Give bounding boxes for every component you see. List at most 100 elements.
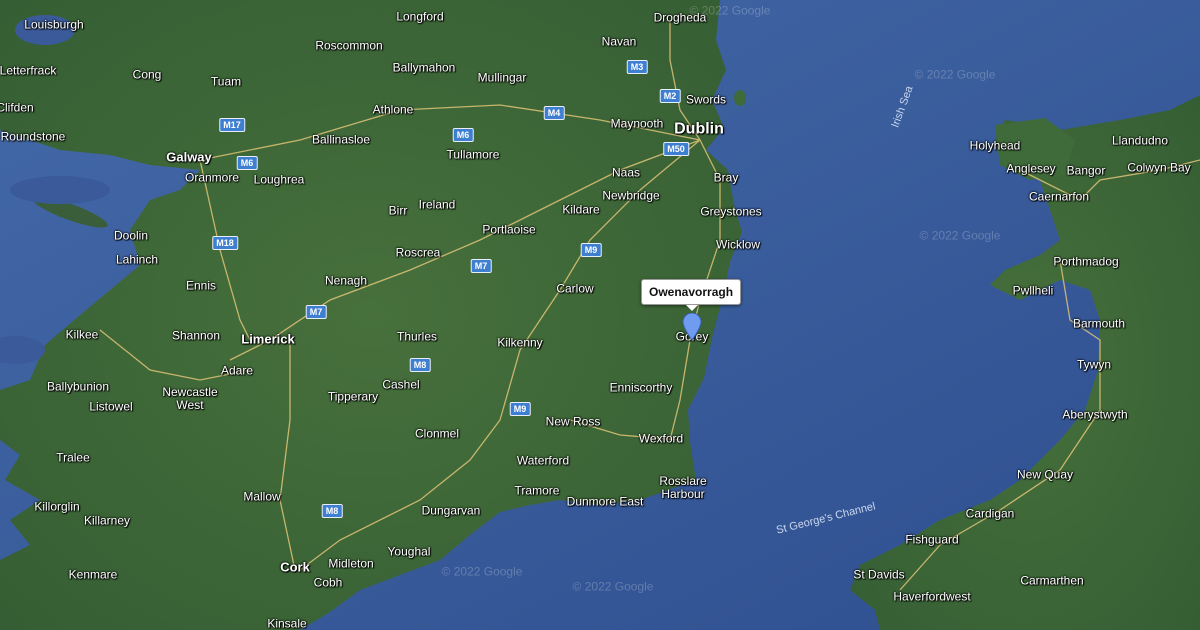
place-ballybunion: Ballybunion <box>46 379 110 394</box>
place-louisburgh: Louisburgh <box>24 17 84 32</box>
watermark: © 2022 Google <box>689 3 771 18</box>
road-shield-m7: M7 <box>470 259 492 273</box>
place-cobh: Cobh <box>313 575 343 590</box>
place-wexford: Wexford <box>638 431 684 446</box>
place-listowel: Listowel <box>89 399 133 414</box>
road-shield-m18: M18 <box>212 236 238 250</box>
place-cork: Cork <box>280 559 310 575</box>
place-cong: Cong <box>132 67 162 82</box>
place-aberystwyth: Aberystwyth <box>1062 407 1128 422</box>
place-shannon: Shannon <box>171 328 221 343</box>
road-shield-m17: M17 <box>219 118 245 132</box>
place-roscommon: Roscommon <box>315 38 383 53</box>
place-dungarvan: Dungarvan <box>421 503 481 518</box>
place-mallow: Mallow <box>243 489 281 504</box>
place-cardigan: Cardigan <box>965 506 1015 521</box>
watermark: © 2022 Google <box>441 564 523 579</box>
place-clonmel: Clonmel <box>414 426 460 441</box>
road-shield-m2: M2 <box>659 89 681 103</box>
place-dunmore-east: Dunmore East <box>566 494 644 509</box>
place-youghal: Youghal <box>387 544 431 559</box>
place-portlaoise: Portlaoise <box>482 222 536 237</box>
place-galway: Galway <box>166 149 212 165</box>
place-st-davids: St Davids <box>853 567 905 582</box>
place-cashel: Cashel <box>382 377 420 392</box>
place-newbridge: Newbridge <box>602 188 660 203</box>
place-letterfrack: Letterfrack <box>0 63 57 78</box>
place-navan: Navan <box>601 34 637 49</box>
road-shield-m6: M6 <box>452 128 474 142</box>
place-ballinasloe: Ballinasloe <box>311 132 371 147</box>
place-tipperary: Tipperary <box>327 389 379 404</box>
lambay-island <box>734 90 746 106</box>
place-pwllheli: Pwllheli <box>1012 283 1054 298</box>
place-loughrea: Loughrea <box>253 172 305 187</box>
place-waterford: Waterford <box>516 453 570 468</box>
watermark: © 2022 Google <box>914 67 996 82</box>
road-shield-m8: M8 <box>321 504 343 518</box>
place-colwyn-bay: Colwyn Bay <box>1127 160 1191 175</box>
marker-callout[interactable]: Owenavorragh <box>641 279 742 311</box>
road-shield-m9: M9 <box>580 243 602 257</box>
map-pin-icon[interactable] <box>682 313 702 341</box>
place-ennis: Ennis <box>185 278 217 293</box>
place-kilkee: Kilkee <box>65 327 99 342</box>
place-new-quay: New Quay <box>1016 467 1074 482</box>
place-ireland: Ireland <box>418 197 456 212</box>
place-carmarthen: Carmarthen <box>1020 573 1084 588</box>
place-nenagh: Nenagh <box>324 273 368 288</box>
place-naas: Naas <box>611 165 641 180</box>
place-llandudno: Llandudno <box>1111 133 1169 148</box>
place-tywyn: Tywyn <box>1076 357 1112 372</box>
place-new-ross: New Ross <box>545 414 601 429</box>
place-greystones: Greystones <box>700 204 762 219</box>
place-anglesey: Anglesey <box>1006 161 1056 176</box>
place-fishguard: Fishguard <box>905 532 959 547</box>
galway-bay <box>10 176 110 204</box>
place-roscrea: Roscrea <box>395 245 441 260</box>
place-holyhead: Holyhead <box>969 138 1021 153</box>
place-bangor: Bangor <box>1066 163 1106 178</box>
place-ballymahon: Ballymahon <box>392 60 456 75</box>
map-terrain <box>0 0 1200 630</box>
place-birr: Birr <box>388 203 408 218</box>
road-shield-m3: M3 <box>626 60 648 74</box>
place-kildare: Kildare <box>562 202 600 217</box>
place-athlone: Athlone <box>372 102 414 117</box>
road-shield-m6: M6 <box>236 156 258 170</box>
place-midleton: Midleton <box>328 556 374 571</box>
place-caernarfon: Caernarfon <box>1028 189 1090 204</box>
place-tuam: Tuam <box>210 74 242 89</box>
place-mullingar: Mullingar <box>477 70 527 85</box>
road-shield-m9: M9 <box>509 402 531 416</box>
place-thurles: Thurles <box>396 329 438 344</box>
place-newcastle-west: Newcastle West <box>162 385 218 412</box>
map-view[interactable]: Louisburgh Longford Drogheda Roscommon N… <box>0 0 1200 630</box>
place-carlow: Carlow <box>556 281 594 296</box>
place-oranmore: Oranmore <box>184 170 240 185</box>
road-shield-m50: M50 <box>663 142 689 156</box>
watermark: © 2022 Google <box>572 579 654 594</box>
place-maynooth: Maynooth <box>610 116 664 131</box>
place-doolin: Doolin <box>113 228 149 243</box>
place-wicklow: Wicklow <box>716 237 760 252</box>
place-longford: Longford <box>396 9 444 24</box>
place-swords: Swords <box>685 92 727 107</box>
place-enniscorthy: Enniscorthy <box>609 380 673 395</box>
place-tullamore: Tullamore <box>446 147 500 162</box>
place-tralee: Tralee <box>56 450 90 465</box>
place-porthmadog: Porthmadog <box>1053 254 1119 269</box>
watermark: © 2022 Google <box>919 228 1001 243</box>
place-killarney: Killarney <box>83 513 131 528</box>
place-killorglin: Killorglin <box>34 499 80 514</box>
place-lahinch: Lahinch <box>115 252 159 267</box>
place-roundstone: Roundstone <box>0 129 66 144</box>
place-dublin: Dublin <box>674 120 724 138</box>
place-kenmare: Kenmare <box>68 567 118 582</box>
place-kilkenny: Kilkenny <box>497 335 543 350</box>
place-limerick: Limerick <box>241 331 295 347</box>
road-shield-m8: M8 <box>409 358 431 372</box>
place-haverfordwest: Haverfordwest <box>893 589 971 604</box>
place-clifden: Clifden <box>0 100 34 115</box>
place-adare: Adare <box>220 363 254 378</box>
